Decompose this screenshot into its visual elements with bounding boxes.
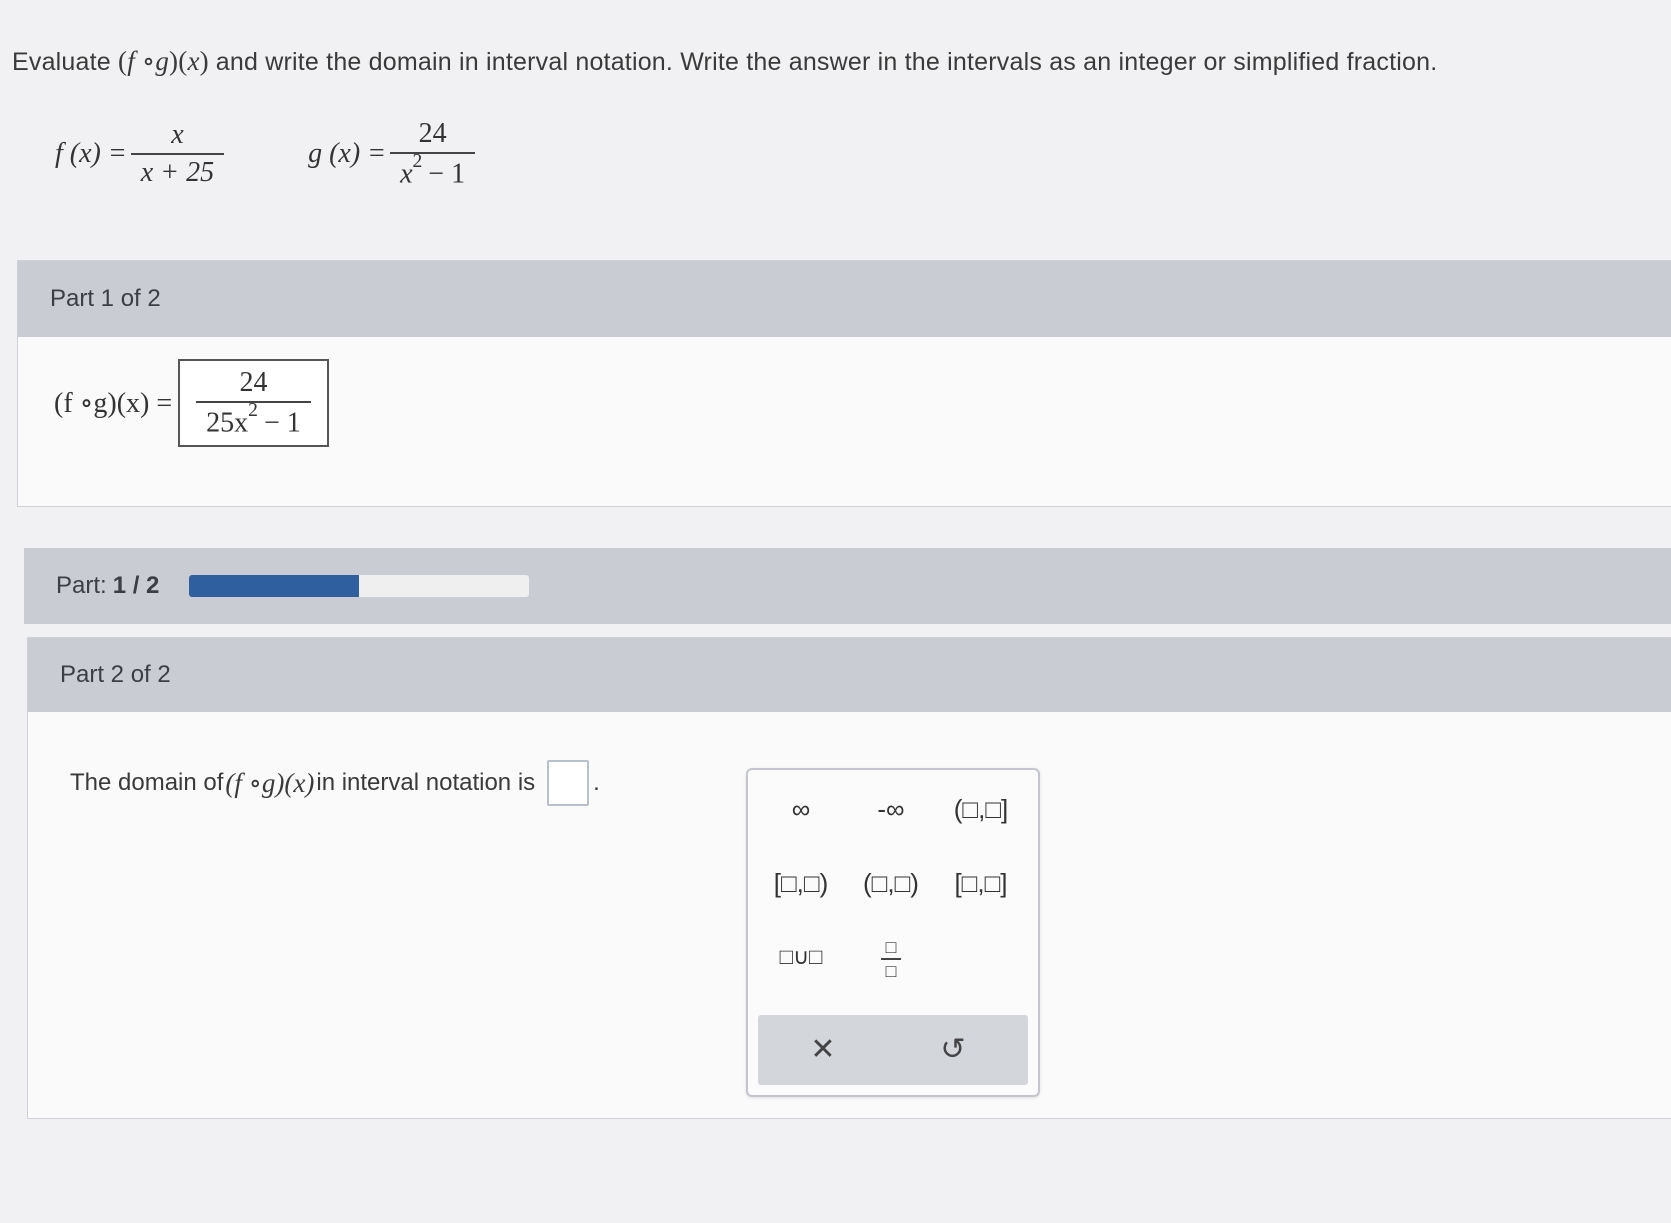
close-icon: ✕	[810, 1033, 836, 1066]
progress-track	[189, 575, 530, 597]
f-fraction: x x + 25	[130, 119, 225, 189]
question-expression: (f ∘g)(x)	[118, 46, 209, 76]
domain-answer-input[interactable]	[547, 760, 590, 806]
palette-footer: ✕ ↺	[758, 1015, 1028, 1085]
function-definitions: f (x) = x x + 25 g (x) = 24 x2− 1	[55, 118, 479, 190]
g-fraction: 24 x2− 1	[390, 118, 476, 190]
g-definition: g (x) = 24 x2− 1	[308, 118, 479, 190]
part1-header: Part 1 of 2	[18, 261, 1671, 337]
question-instructions: and write the domain in interval notatio…	[215, 48, 1438, 76]
negative-infinity-button[interactable]: -∞	[846, 784, 936, 834]
open-closed-interval-button[interactable]: (□,□]	[936, 784, 1026, 834]
undo-icon: ↺	[940, 1033, 966, 1066]
closed-open-interval-button[interactable]: [□,□)	[756, 858, 846, 908]
part-progress: Part: 1 / 2	[24, 548, 1671, 624]
part2-header: Part 2 of 2	[28, 638, 1671, 712]
answer-fraction: 24 25x2− 1	[196, 367, 311, 439]
progress-fill	[189, 575, 360, 597]
math-palette: ∞ -∞ (□,□] [□,□) (□,□) [□,□] □∪□ □ □ ✕ ↺	[746, 768, 1040, 1097]
open-interval-icon: (□,□)	[863, 868, 919, 898]
domain-prompt: The domain of (f ∘g)(x) in interval nota…	[70, 760, 600, 806]
part2-section: Part 2 of 2 The domain of (f ∘g)(x) in i…	[27, 637, 1671, 1119]
open-closed-interval-icon: (□,□]	[953, 794, 1009, 824]
infinity-icon: ∞	[791, 794, 811, 824]
fraction-icon: □ □	[881, 938, 901, 980]
f-definition: f (x) = x x + 25	[55, 119, 228, 189]
infinity-button[interactable]: ∞	[756, 784, 846, 834]
progress-label: Part: 1 / 2	[56, 572, 160, 599]
progress-value: 1 / 2	[112, 572, 160, 599]
part1-section: Part 1 of 2 (f ∘g)(x) = 24 25x2− 1	[17, 260, 1671, 507]
open-interval-button[interactable]: (□,□)	[846, 858, 936, 908]
part1-answer-box[interactable]: 24 25x2− 1	[178, 359, 329, 448]
closed-interval-icon: [□,□]	[954, 868, 1008, 898]
question-text: Evaluate (f ∘g)(x) and write the domain …	[12, 46, 1652, 77]
union-button[interactable]: □∪□	[756, 932, 846, 982]
closed-interval-button[interactable]: [□,□]	[936, 858, 1026, 908]
undo-button[interactable]: ↺	[908, 1025, 998, 1075]
negative-infinity-icon: -∞	[877, 794, 905, 824]
composition-label: (f ∘g)(x) =	[54, 388, 173, 420]
union-icon: □∪□	[779, 944, 823, 969]
clear-button[interactable]: ✕	[778, 1025, 868, 1075]
part1-answer-row: (f ∘g)(x) = 24 25x2− 1	[54, 359, 329, 448]
question-lead: Evaluate	[12, 48, 111, 76]
fraction-button[interactable]: □ □	[846, 932, 936, 982]
closed-open-interval-icon: [□,□)	[773, 868, 829, 898]
domain-expression: (f ∘g)(x)	[225, 767, 315, 798]
